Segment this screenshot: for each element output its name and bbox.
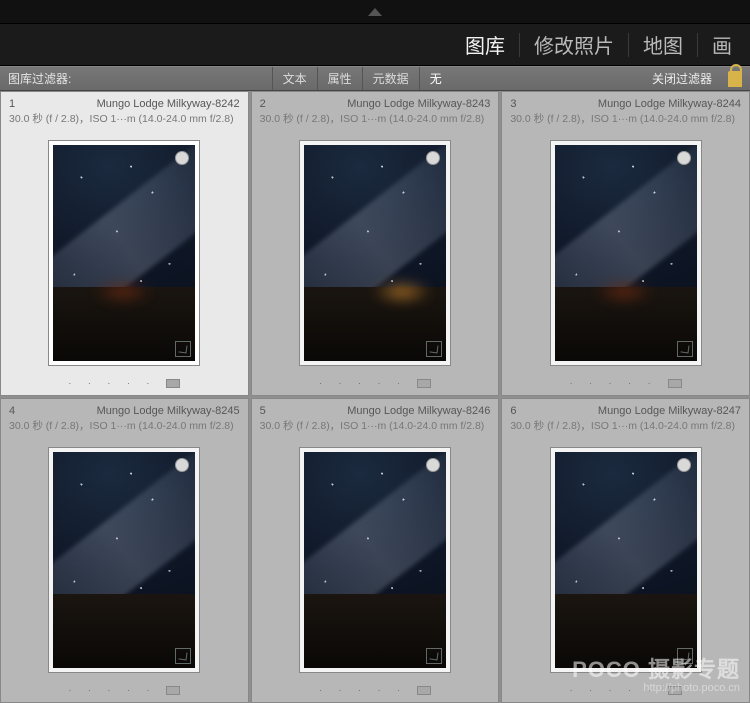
flag-icon[interactable] [677,151,691,165]
thumb-footer: · · · · · [260,682,491,698]
thumb-metadata: 30.0 秒 (f / 2.8)，ISO 1···m (14.0-24.0 mm… [260,111,491,126]
module-picker: 图库 修改照片 地图 画 [0,24,750,66]
thumb-image[interactable] [49,141,199,365]
filter-metadata[interactable]: 元数据 [362,67,419,90]
thumb-index: 1 [9,98,15,110]
filter-none[interactable]: 无 [419,67,452,90]
thumb-image[interactable] [300,448,450,672]
thumb-footer: · · · · · [260,375,491,391]
rating-dots[interactable]: · · · · · [68,685,156,695]
thumbnail-cell[interactable]: 1 Mungo Lodge Milkyway-8242 30.0 秒 (f / … [0,91,249,396]
module-develop[interactable]: 修改照片 [520,26,628,63]
flag-icon[interactable] [175,458,189,472]
thumb-metadata: 30.0 秒 (f / 2.8)，ISO 1···m (14.0-24.0 mm… [9,418,240,433]
filter-label: 图库过滤器: [0,70,79,87]
thumb-filename: Mungo Lodge Milkyway-8247 [598,405,741,417]
rating-dots[interactable]: · · · · · [570,378,658,388]
edit-badge-icon [677,648,693,664]
thumb-filename: Mungo Lodge Milkyway-8245 [97,405,240,417]
thumb-image[interactable] [551,141,701,365]
edit-badge-icon [175,341,191,357]
thumbnail-cell[interactable]: 2 Mungo Lodge Milkyway-8243 30.0 秒 (f / … [251,91,500,396]
color-label-chip[interactable] [417,686,431,695]
module-extra[interactable]: 画 [698,26,746,63]
panel-collapse-bar[interactable] [0,0,750,24]
flag-icon[interactable] [175,151,189,165]
lock-icon[interactable] [728,71,742,87]
thumb-index: 2 [260,98,266,110]
horizon [53,594,195,667]
thumb-footer: · · · · · [9,682,240,698]
edit-badge-icon [426,341,442,357]
thumbnail-cell[interactable]: 4 Mungo Lodge Milkyway-8245 30.0 秒 (f / … [0,398,249,703]
thumbnail-cell[interactable]: 5 Mungo Lodge Milkyway-8246 30.0 秒 (f / … [251,398,500,703]
thumb-index: 6 [510,405,516,417]
filter-attribute[interactable]: 属性 [317,67,362,90]
edit-badge-icon [677,341,693,357]
edit-badge-icon [426,648,442,664]
rating-dots[interactable]: · · · · · [68,378,156,388]
thumb-filename: Mungo Lodge Milkyway-8243 [347,98,490,110]
chevron-up-icon [368,8,382,16]
thumb-metadata: 30.0 秒 (f / 2.8)，ISO 1···m (14.0-24.0 mm… [510,418,741,433]
horizon [555,594,697,667]
color-label-chip[interactable] [166,379,180,388]
flag-icon[interactable] [426,151,440,165]
module-map[interactable]: 地图 [629,26,697,63]
filter-text[interactable]: 文本 [272,67,317,90]
color-label-chip[interactable] [668,379,682,388]
flag-icon[interactable] [677,458,691,472]
thumb-metadata: 30.0 秒 (f / 2.8)，ISO 1···m (14.0-24.0 mm… [260,418,491,433]
color-label-chip[interactable] [417,379,431,388]
thumb-image[interactable] [300,141,450,365]
color-label-chip[interactable] [166,686,180,695]
thumb-metadata: 30.0 秒 (f / 2.8)，ISO 1···m (14.0-24.0 mm… [9,111,240,126]
horizon [304,594,446,667]
thumb-filename: Mungo Lodge Milkyway-8246 [347,405,490,417]
thumb-footer: · · · · · [510,375,741,391]
thumb-footer: · · · · · [510,682,741,698]
flag-icon[interactable] [426,458,440,472]
thumb-index: 5 [260,405,266,417]
thumb-filename: Mungo Lodge Milkyway-8242 [97,98,240,110]
thumb-filename: Mungo Lodge Milkyway-8244 [598,98,741,110]
thumb-index: 3 [510,98,516,110]
filter-close[interactable]: 关闭过滤器 [644,70,720,87]
thumbnail-cell[interactable]: 6 Mungo Lodge Milkyway-8247 30.0 秒 (f / … [501,398,750,703]
edit-badge-icon [175,648,191,664]
thumbnail-grid: 1 Mungo Lodge Milkyway-8242 30.0 秒 (f / … [0,91,750,703]
rating-dots[interactable]: · · · · · [319,685,407,695]
rating-dots[interactable]: · · · · · [319,378,407,388]
thumb-image[interactable] [49,448,199,672]
thumbnail-cell[interactable]: 3 Mungo Lodge Milkyway-8244 30.0 秒 (f / … [501,91,750,396]
module-library[interactable]: 图库 [451,26,519,63]
thumb-footer: · · · · · [9,375,240,391]
library-filter-bar: 图库过滤器: 文本 属性 元数据 无 关闭过滤器 [0,66,750,91]
rating-dots[interactable]: · · · · · [570,685,658,695]
thumb-image[interactable] [551,448,701,672]
color-label-chip[interactable] [668,686,682,695]
thumb-metadata: 30.0 秒 (f / 2.8)，ISO 1···m (14.0-24.0 mm… [510,111,741,126]
thumb-index: 4 [9,405,15,417]
